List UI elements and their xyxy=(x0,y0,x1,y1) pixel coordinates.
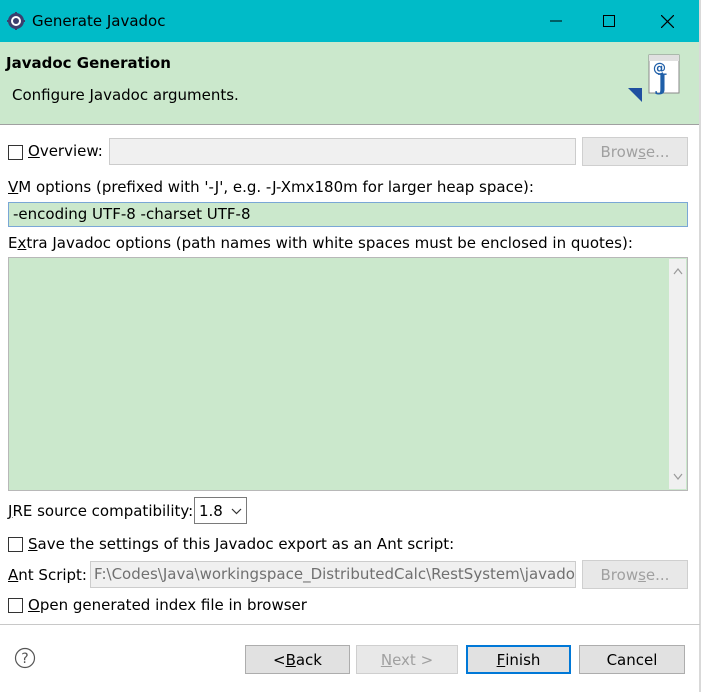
save-ant-script-label: Save the settings of this Javadoc export… xyxy=(28,535,455,553)
button-bar-separator xyxy=(0,624,700,625)
eclipse-icon xyxy=(7,12,25,30)
jre-label: JRE source compatibility: xyxy=(8,502,194,520)
jre-version-value: 1.8 xyxy=(199,502,223,520)
banner-subtitle: Configure Javadoc arguments. xyxy=(12,86,239,104)
minimize-button[interactable] xyxy=(530,0,582,42)
svg-text:J: J xyxy=(655,70,667,96)
extra-options-textarea[interactable] xyxy=(8,257,688,491)
chevron-down-icon xyxy=(231,508,242,515)
close-button[interactable] xyxy=(641,0,693,42)
vm-options-input[interactable]: -encoding UTF-8 -charset UTF-8 xyxy=(8,202,688,227)
overview-checkbox[interactable] xyxy=(8,145,23,160)
extra-options-scrollbar[interactable] xyxy=(669,259,686,489)
ant-script-label: Ant Script: xyxy=(8,566,87,584)
ant-script-path-field[interactable]: F:\Codes\Java\workingspace_DistributedCa… xyxy=(90,561,576,588)
save-ant-script-checkbox[interactable] xyxy=(8,537,23,552)
overview-browse-button[interactable]: Brow s e... xyxy=(582,137,688,166)
banner-title: Javadoc Generation xyxy=(6,54,171,72)
javadoc-icon: @ J xyxy=(628,54,680,102)
finish-button[interactable]: Finish xyxy=(466,645,571,674)
ant-script-browse-button[interactable]: Brow s e... xyxy=(582,560,688,589)
scroll-up-icon[interactable] xyxy=(673,267,683,275)
overview-field[interactable] xyxy=(109,138,576,165)
vm-options-label: VM options (prefixed with '-J', e.g. -J-… xyxy=(8,178,534,196)
overview-label: Overview: xyxy=(28,142,103,160)
help-icon[interactable]: ? xyxy=(14,647,36,669)
jre-version-select[interactable]: 1.8 xyxy=(194,497,247,524)
close-icon xyxy=(660,14,674,28)
next-button[interactable]: Next > xyxy=(356,645,458,674)
cancel-button[interactable]: Cancel xyxy=(579,645,685,674)
background-window-edge xyxy=(701,0,705,692)
minimize-icon xyxy=(550,20,562,22)
window-title: Generate Javadoc xyxy=(32,12,166,30)
svg-text:?: ? xyxy=(21,651,28,667)
open-index-label: Open generated index file in browser xyxy=(28,596,307,614)
back-button[interactable]: < Back xyxy=(245,645,350,674)
scroll-down-icon[interactable] xyxy=(673,473,683,481)
maximize-icon xyxy=(603,15,615,27)
extra-options-label: Extra Javadoc options (path names with w… xyxy=(8,234,633,252)
maximize-button[interactable] xyxy=(583,0,635,42)
open-index-checkbox[interactable] xyxy=(8,598,23,613)
